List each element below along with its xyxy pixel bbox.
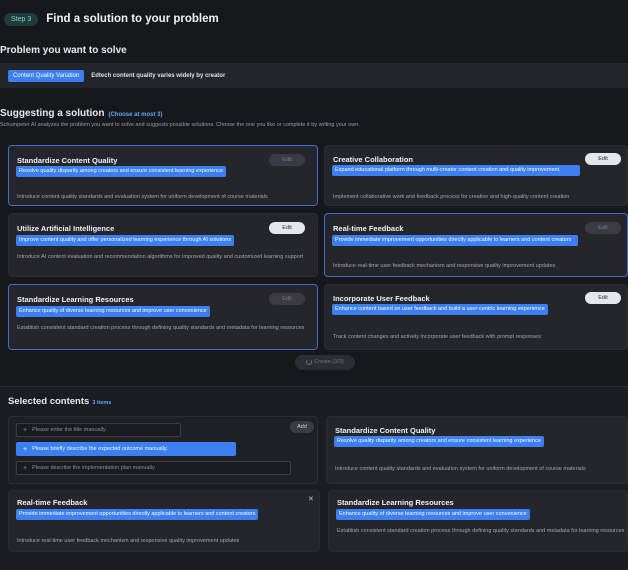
solution-card-creative-collaboration[interactable]: Creative Collaboration Expand educationa… [324,145,628,206]
selected-title: Selected contents [8,396,90,407]
selected-item-real-time-feedback: Real-time Feedback Provide immediate imp… [8,490,320,552]
edit-button[interactable]: Edit [269,222,305,234]
card-description: Introduce real-time user feedback mechan… [333,263,556,269]
outcome-placeholder: Please briefly describe the expected out… [32,446,168,452]
suggest-heading: Suggesting a solution (Choose at most 3) [0,108,162,119]
edit-button[interactable]: Edit [585,153,621,165]
solution-card-real-time-feedback[interactable]: Real-time Feedback Provide immediate imp… [324,213,628,277]
problem-bar: Content Quality Variation Edtech content… [0,63,628,88]
loading-spinner-icon [306,358,313,365]
card-highlight: Expand educational platform through mult… [332,165,580,177]
card-description: Introduce content quality standards and … [335,466,586,472]
step-badge: Step 3 [4,12,39,26]
selected-item-standardize-content-quality: Standardize Content Quality Resolve qual… [326,416,628,484]
plus-icon: + [23,464,28,472]
problem-description: Edtech content quality varies widely by … [91,72,226,79]
page-title: Find a solution to your problem [46,13,219,25]
add-button[interactable]: Add [290,421,314,433]
card-title: Real-time Feedback [17,498,88,507]
card-description: Track content changes and actively incor… [333,334,541,340]
edit-button[interactable]: Edit [585,222,621,234]
card-highlight: Resolve quality disparity among creators… [16,166,226,178]
card-title: Utilize Artificial Intelligence [17,224,115,233]
create-button-label: Create (3/3) [314,359,344,365]
selected-count: 3 items [92,400,112,406]
card-title: Creative Collaboration [333,155,414,164]
page-header: Step 3 Find a solution to your problem [0,0,628,38]
choose-hint: (Choose at most 3) [108,112,163,118]
card-highlight: Improve content quality and offer person… [16,235,235,247]
suggest-subtitle: Schumpeter AI analyzes the problem you w… [0,122,360,128]
solution-card-standardize-content-quality[interactable]: Standardize Content Quality Resolve qual… [8,145,318,206]
plan-placeholder: Please describe the implementation plan … [32,465,156,471]
card-highlight: Enhance quality of diverse learning reso… [336,509,530,521]
edit-button[interactable]: Edit [269,154,305,166]
card-title: Incorporate User Feedback [333,294,430,303]
problem-tag: Content Quality Variation [8,69,85,82]
card-highlight: Enhance quality of diverse learning reso… [16,306,210,318]
card-title: Standardize Learning Resources [337,498,454,507]
title-input[interactable]: + Please enter the title manually. [16,423,181,437]
problem-heading: Problem you want to solve [0,45,127,56]
solution-card-incorporate-user-feedback[interactable]: Incorporate User Feedback Enhance conten… [324,284,628,350]
card-title: Standardize Content Quality [335,426,436,435]
plan-input[interactable]: + Please describe the implementation plan… [16,461,291,475]
card-highlight: Provide immediate improvement opportunit… [16,509,259,521]
selected-item-standardize-learning-resources: Standardize Learning Resources Enhance q… [328,490,628,552]
card-description: Establish consistent standard creation p… [17,325,305,331]
outcome-input[interactable]: + Please briefly describe the expected ou… [16,442,236,456]
edit-button[interactable]: Edit [585,292,621,304]
edit-button[interactable]: Edit [269,293,305,305]
solution-card-utilize-ai[interactable]: Utilize Artificial Intelligence Improve … [8,213,318,277]
card-title: Standardize Learning Resources [17,295,134,304]
card-highlight: Enhance content based on user feedback a… [332,304,548,316]
close-icon[interactable]: ✕ [308,495,314,503]
card-description: Implement collaborative work and feedbac… [333,194,570,200]
plus-icon: + [23,445,28,453]
card-description: Establish consistent standard creation p… [337,528,625,534]
card-description: Introduce AI content evaluation and reco… [17,254,304,260]
card-title: Standardize Content Quality [17,156,118,165]
card-description: Introduce content quality standards and … [17,194,268,200]
create-button[interactable]: Create (3/3) [295,355,355,370]
suggest-title: Suggesting a solution [0,108,105,119]
card-highlight: Resolve quality disparity among creators… [334,436,544,448]
card-description: Introduce real-time user feedback mechan… [17,538,240,544]
plus-icon: + [23,426,28,434]
solution-card-standardize-learning-resources[interactable]: Standardize Learning Resources Enhance q… [8,284,318,350]
title-placeholder: Please enter the title manually. [32,427,107,433]
card-highlight: Provide immediate improvement opportunit… [332,235,578,247]
selected-heading: Selected contents 3 items [8,396,111,407]
card-title: Real-time Feedback [333,224,404,233]
